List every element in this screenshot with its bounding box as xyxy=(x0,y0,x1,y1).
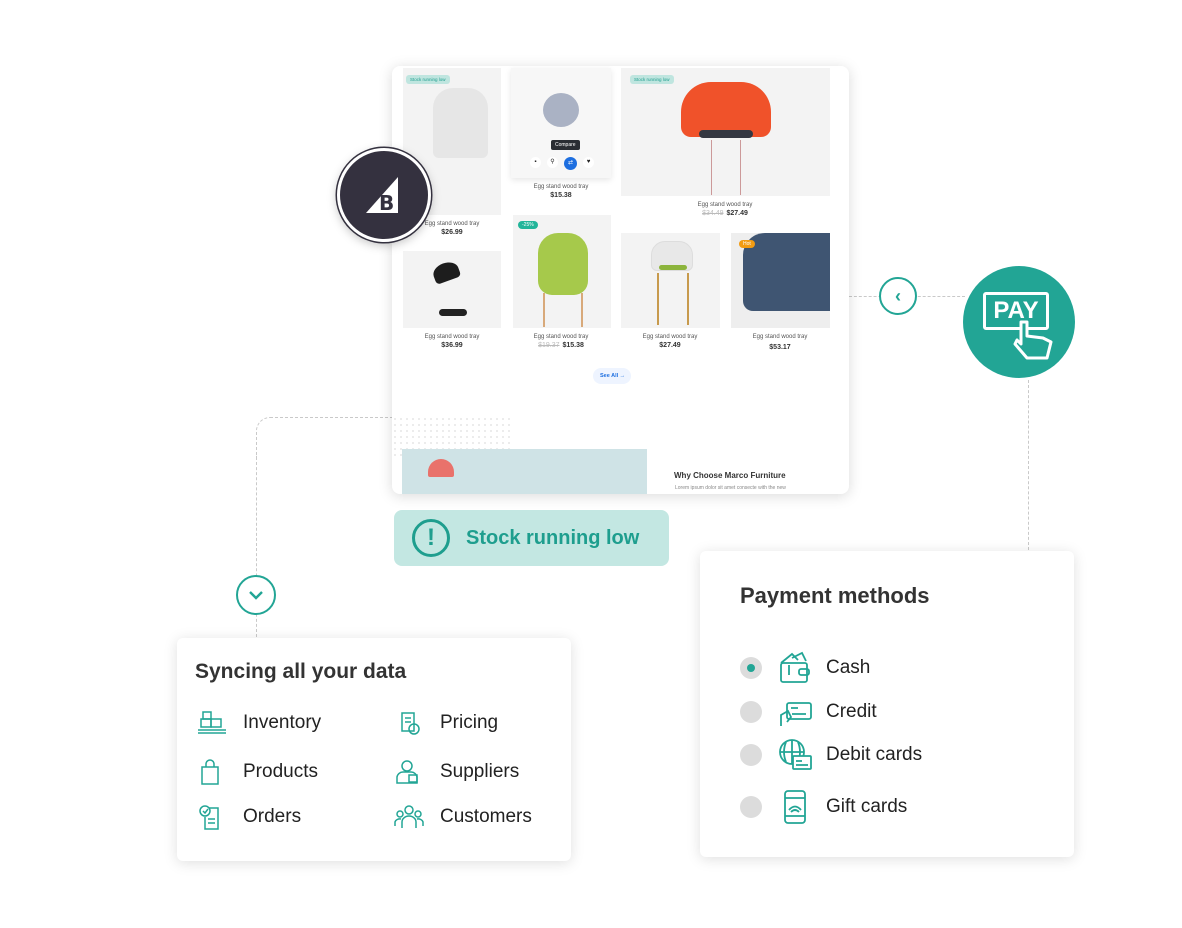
product-name[interactable]: Egg stand wood tray xyxy=(511,334,611,340)
cash-icon xyxy=(780,651,810,683)
product-price: $27.49 xyxy=(726,210,748,217)
product-image[interactable] xyxy=(621,68,830,196)
stock-tag: Stock running low xyxy=(630,75,674,84)
product-price: $36.99 xyxy=(441,342,463,349)
credit-card-hand-icon xyxy=(780,702,812,726)
sync-card: Syncing all your data Inventory Pricing … xyxy=(177,638,571,861)
sync-item-pricing: Pricing xyxy=(394,710,498,736)
product-name[interactable]: Egg stand wood tray xyxy=(675,202,775,208)
product-name[interactable]: Egg stand wood tray xyxy=(402,334,502,340)
product-image[interactable] xyxy=(403,251,501,328)
customers-icon xyxy=(394,805,424,828)
chevron-down-icon[interactable] xyxy=(236,575,276,615)
discount-badge: -25% xyxy=(518,221,538,229)
radio-unselected[interactable] xyxy=(740,744,762,766)
sync-item-customers: Customers xyxy=(394,804,532,830)
compare-icon[interactable]: ⇄ xyxy=(564,157,577,170)
payment-option-debit[interactable]: Debit cards xyxy=(740,738,922,772)
store-preview: Stock running low Egg stand wood tray $2… xyxy=(392,66,849,494)
search-icon[interactable]: ⚲ xyxy=(547,157,558,168)
gift-card-phone-icon xyxy=(784,790,806,824)
sync-item-orders: Orders xyxy=(197,804,301,830)
product-name[interactable]: Egg stand wood tray xyxy=(730,334,830,340)
cart-icon[interactable]: ▪ xyxy=(530,157,541,168)
payment-option-credit[interactable]: Credit xyxy=(740,695,877,729)
sync-item-suppliers: Suppliers xyxy=(394,759,519,785)
product-image[interactable] xyxy=(621,233,720,328)
see-all-button[interactable]: See All → xyxy=(593,368,632,384)
product-price: $26.99 xyxy=(441,229,463,236)
radio-unselected[interactable] xyxy=(740,796,762,818)
shopping-bag-icon xyxy=(201,759,219,785)
section-title: Why Choose Marco Furniture xyxy=(674,471,786,480)
supplier-icon xyxy=(396,760,418,784)
radio-unselected[interactable] xyxy=(740,701,762,723)
bigcommerce-logo: B xyxy=(337,148,431,242)
product-price: $27.49 xyxy=(659,342,681,349)
orders-icon xyxy=(199,805,219,830)
section-text: Lorem ipsum dolor sit amet consecte with… xyxy=(675,485,786,491)
connector-line xyxy=(256,417,392,457)
heart-icon[interactable]: ♥ xyxy=(583,157,594,168)
stock-alert-text: Stock running low xyxy=(466,526,640,549)
alert-icon: ! xyxy=(412,519,450,557)
sync-item-inventory: Inventory xyxy=(197,710,321,736)
radio-selected[interactable] xyxy=(740,657,762,679)
payment-card: Payment methods Cash Credit Debit cards … xyxy=(700,551,1074,857)
globe-card-icon xyxy=(779,739,812,770)
hot-badge: Hot xyxy=(739,240,755,248)
pricing-icon xyxy=(401,712,420,735)
payment-option-gift[interactable]: Gift cards xyxy=(740,790,907,824)
product-image[interactable] xyxy=(513,215,611,328)
product-price: $15.38 xyxy=(562,342,584,349)
product-name[interactable]: Egg stand wood tray xyxy=(511,184,611,190)
pay-icon: PAY xyxy=(963,266,1075,378)
old-price: $34.49 xyxy=(702,210,724,217)
inventory-icon xyxy=(198,711,226,734)
sync-title: Syncing all your data xyxy=(195,660,407,683)
product-name[interactable]: Egg stand wood tray xyxy=(620,334,720,340)
chevron-left-icon[interactable]: ‹ xyxy=(879,277,917,315)
sync-item-products: Products xyxy=(197,759,318,785)
product-price: $53.17 xyxy=(769,344,791,351)
old-price: $19.37 xyxy=(538,342,560,349)
payment-option-cash[interactable]: Cash xyxy=(740,651,870,685)
payment-title: Payment methods xyxy=(740,583,930,608)
compare-tooltip: Compare xyxy=(551,140,580,150)
stock-tag: Stock running low xyxy=(406,75,450,84)
product-image[interactable]: Compare ▪ ⚲ ⇄ ♥ xyxy=(511,68,611,178)
svg-text:B: B xyxy=(379,191,394,215)
banner-image xyxy=(402,449,647,494)
connector-line xyxy=(1028,380,1029,550)
stock-alert: ! Stock running low xyxy=(394,510,669,566)
product-price: $15.38 xyxy=(550,192,572,199)
